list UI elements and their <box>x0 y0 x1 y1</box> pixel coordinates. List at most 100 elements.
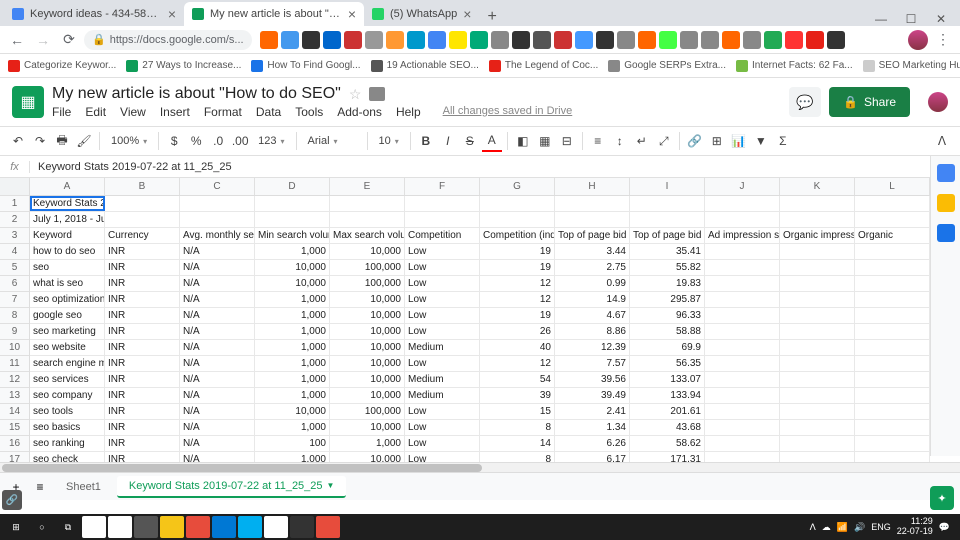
close-icon[interactable]: × <box>168 6 176 22</box>
bold-button[interactable]: B <box>416 130 436 152</box>
extension-icon[interactable] <box>365 31 383 49</box>
row-header[interactable]: 6 <box>0 276 29 292</box>
new-tab-button[interactable]: + <box>479 8 504 26</box>
cell[interactable]: 8 <box>480 452 555 462</box>
cell[interactable]: Low <box>405 452 480 462</box>
cell[interactable]: Low <box>405 276 480 291</box>
extension-icon[interactable] <box>659 31 677 49</box>
cell[interactable]: 19 <box>480 260 555 275</box>
bookmark-item[interactable]: The Legend of Coc... <box>489 60 598 72</box>
cell[interactable]: Low <box>405 404 480 419</box>
cell[interactable]: 10,000 <box>255 404 330 419</box>
extension-icon[interactable] <box>512 31 530 49</box>
borders-button[interactable]: ▦ <box>535 130 555 152</box>
taskbar-app[interactable] <box>108 516 132 538</box>
cell[interactable] <box>255 212 330 227</box>
cell[interactable]: 58.62 <box>630 436 705 451</box>
grid-body[interactable]: Keyword Stats 2019-07-22 at 11_25_25July… <box>30 196 960 462</box>
bookmark-item[interactable]: Internet Facts: 62 Fa... <box>736 60 853 72</box>
menu-button[interactable]: ⋮ <box>932 29 954 51</box>
column-header[interactable]: E <box>330 178 405 195</box>
cell[interactable] <box>780 404 855 419</box>
cell[interactable]: Medium <box>405 372 480 387</box>
cell[interactable]: INR <box>105 324 180 339</box>
menu-help[interactable]: Help <box>396 105 421 119</box>
cell[interactable] <box>855 372 930 387</box>
functions-button[interactable]: Σ <box>773 130 793 152</box>
cell[interactable]: 19.83 <box>630 276 705 291</box>
horizontal-scrollbar[interactable] <box>0 462 960 472</box>
url-input[interactable]: 🔒https://docs.google.com/s... <box>84 30 252 50</box>
taskbar-app[interactable] <box>186 516 210 538</box>
cell[interactable]: 12.39 <box>555 340 630 355</box>
cell[interactable]: INR <box>105 436 180 451</box>
share-button[interactable]: 🔒Share <box>829 87 910 117</box>
cell[interactable]: Low <box>405 292 480 307</box>
cell[interactable] <box>855 308 930 323</box>
extension-icon[interactable] <box>533 31 551 49</box>
cell[interactable]: 2.75 <box>555 260 630 275</box>
cell[interactable]: seo services <box>30 372 105 387</box>
cell[interactable] <box>330 196 405 211</box>
browser-tab[interactable]: My new article is about "How to× <box>184 2 364 26</box>
cell[interactable]: 40 <box>480 340 555 355</box>
wrap-button[interactable]: ↵ <box>632 130 652 152</box>
volume-icon[interactable]: 🔊 <box>854 522 865 533</box>
cell[interactable]: 1,000 <box>255 292 330 307</box>
column-header[interactable]: C <box>180 178 255 195</box>
cell[interactable]: Currency <box>105 228 180 243</box>
taskbar-app[interactable] <box>290 516 314 538</box>
cell[interactable]: 10,000 <box>330 340 405 355</box>
cell[interactable] <box>780 388 855 403</box>
zoom-select[interactable]: 100% <box>105 135 153 147</box>
column-header[interactable]: H <box>555 178 630 195</box>
cell[interactable]: 69.9 <box>630 340 705 355</box>
explore-button[interactable]: ✦ <box>930 486 954 510</box>
cell[interactable]: INR <box>105 404 180 419</box>
extension-icon[interactable] <box>743 31 761 49</box>
cell[interactable] <box>705 404 780 419</box>
cell[interactable] <box>705 340 780 355</box>
cell[interactable] <box>105 212 180 227</box>
decrease-decimal-button[interactable]: .0 <box>208 130 228 152</box>
merge-button[interactable]: ⊟ <box>557 130 577 152</box>
cell[interactable] <box>780 452 855 462</box>
profile-avatar[interactable] <box>908 30 928 50</box>
column-header[interactable]: B <box>105 178 180 195</box>
cell[interactable]: 10,000 <box>255 260 330 275</box>
row-header[interactable]: 14 <box>0 404 29 420</box>
cell[interactable] <box>180 196 255 211</box>
cell[interactable]: Competition (inde <box>480 228 555 243</box>
forward-button[interactable]: → <box>32 29 54 51</box>
cell[interactable] <box>255 196 330 211</box>
cell[interactable] <box>705 292 780 307</box>
cell[interactable] <box>780 420 855 435</box>
cell[interactable]: 201.61 <box>630 404 705 419</box>
cell[interactable]: 4.67 <box>555 308 630 323</box>
cell[interactable]: 100,000 <box>330 404 405 419</box>
cell[interactable]: INR <box>105 356 180 371</box>
cell[interactable] <box>405 212 480 227</box>
cell[interactable]: 1,000 <box>255 388 330 403</box>
cell[interactable]: 1,000 <box>255 420 330 435</box>
paint-format-button[interactable]: 🖌 <box>74 130 94 152</box>
cell[interactable] <box>705 356 780 371</box>
minimize-button[interactable]: — <box>866 12 896 26</box>
cell[interactable]: 100,000 <box>330 276 405 291</box>
row-header[interactable]: 2 <box>0 212 29 228</box>
cell[interactable]: 7.57 <box>555 356 630 371</box>
menu-format[interactable]: Format <box>204 105 242 119</box>
cell[interactable]: 10,000 <box>330 452 405 462</box>
cell[interactable] <box>180 212 255 227</box>
cell[interactable]: seo check <box>30 452 105 462</box>
cell[interactable] <box>855 452 930 462</box>
cell[interactable] <box>630 196 705 211</box>
extension-icon[interactable] <box>680 31 698 49</box>
cell[interactable]: INR <box>105 260 180 275</box>
cell[interactable] <box>705 260 780 275</box>
cell[interactable]: 100,000 <box>330 260 405 275</box>
cell[interactable]: how to do seo <box>30 244 105 259</box>
cell[interactable] <box>780 260 855 275</box>
cell[interactable]: N/A <box>180 244 255 259</box>
cell[interactable] <box>855 324 930 339</box>
